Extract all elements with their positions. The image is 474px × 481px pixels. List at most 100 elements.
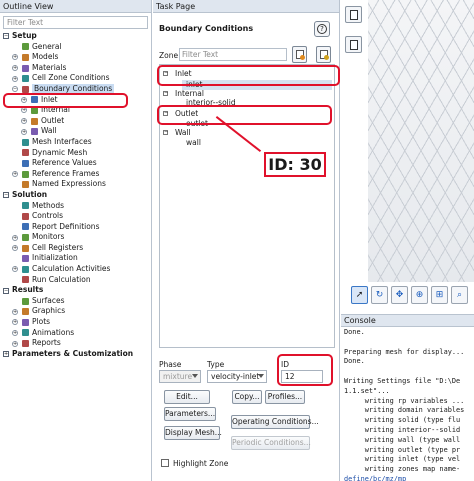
outline-item-inlet[interactable]: + Inlet	[0, 95, 151, 106]
outline-item-label: Setup	[12, 31, 37, 40]
console-line: 1.1.set"...	[344, 386, 390, 395]
phase-value: mixture	[163, 372, 193, 381]
operating-conditions-button[interactable]: Operating Conditions...	[231, 415, 319, 429]
outline-item-graphics[interactable]: + Graphics	[0, 306, 151, 317]
outline-item-cell-zone-conditions[interactable]: + Cell Zone Conditions	[0, 73, 151, 84]
outline-item-plots[interactable]: + Plots	[0, 317, 151, 328]
rotate-icon[interactable]: ↻	[371, 286, 388, 304]
filter-dot-icon	[300, 55, 305, 60]
probe-icon[interactable]: ⌕	[451, 286, 468, 304]
tree-node-icon	[22, 308, 29, 316]
outline-item-setup[interactable]: − Setup	[0, 31, 151, 42]
expand-icon[interactable]: +	[12, 319, 18, 326]
outline-item-materials[interactable]: + Materials	[0, 63, 151, 74]
expand-icon[interactable]: +	[21, 96, 27, 103]
expand-icon[interactable]: +	[12, 308, 18, 315]
outline-item-reference-values[interactable]: Reference Values	[0, 158, 151, 169]
outline-item-initialization[interactable]: Initialization	[0, 253, 151, 264]
outline-item-calculation-activities[interactable]: + Calculation Activities	[0, 264, 151, 275]
expand-icon[interactable]: +	[21, 118, 27, 125]
collapse-icon[interactable]: −	[3, 33, 9, 40]
outline-item-internal[interactable]: + Internal	[0, 105, 151, 116]
collapse-icon[interactable]: −	[163, 111, 168, 116]
help-button[interactable]: ?	[314, 21, 330, 37]
edit-button[interactable]: Edit...	[164, 390, 210, 404]
outline-item-label: Cell Registers	[32, 242, 84, 252]
outline-item-run-calculation[interactable]: Run Calculation	[0, 275, 151, 286]
outline-item-wall[interactable]: + Wall	[0, 126, 151, 137]
expand-icon[interactable]: +	[12, 329, 18, 336]
zone-list-options-button[interactable]	[316, 46, 331, 63]
collapse-icon[interactable]: −	[12, 86, 18, 93]
zoom-icon[interactable]: ⊕	[411, 286, 428, 304]
outline-item-monitors[interactable]: + Monitors	[0, 232, 151, 243]
zone-item-interior-solid[interactable]: interior--solid	[182, 98, 332, 108]
outline-item-controls[interactable]: Controls	[0, 211, 151, 222]
outline-item-general[interactable]: General	[0, 42, 151, 53]
collapse-icon[interactable]: −	[163, 130, 168, 135]
console-panel: Console Done. Preparing mesh for display…	[341, 314, 474, 481]
expand-icon[interactable]: +	[12, 245, 18, 252]
collapse-icon[interactable]: −	[3, 192, 9, 199]
outline-item-label: Models	[32, 52, 59, 62]
outline-item-solution[interactable]: − Solution	[0, 190, 151, 201]
view-tool-button-1[interactable]	[345, 6, 362, 23]
graphics-canvas[interactable]	[368, 0, 474, 282]
expand-icon[interactable]: +	[12, 75, 18, 82]
outline-item-methods[interactable]: Methods	[0, 201, 151, 212]
phase-select: mixture	[159, 370, 201, 383]
display-mesh-button[interactable]: Display Mesh...	[164, 426, 222, 440]
tree-node-icon	[22, 53, 29, 61]
phase-label: Phase	[159, 360, 182, 369]
profiles-button[interactable]: Profiles...	[265, 390, 305, 404]
expand-icon[interactable]: +	[21, 128, 27, 135]
id-field[interactable]: 12	[281, 370, 323, 383]
expand-icon[interactable]: +	[21, 107, 27, 114]
copy-button[interactable]: Copy...	[232, 390, 262, 404]
outline-item-models[interactable]: + Models	[0, 52, 151, 63]
tree-node-icon	[22, 318, 29, 326]
expand-icon[interactable]: +	[12, 234, 18, 241]
parameters-button[interactable]: Parameters...	[164, 407, 216, 421]
tree-node-icon	[22, 212, 29, 220]
outline-item-label: Inlet	[41, 94, 58, 104]
outline-item-dynamic-mesh[interactable]: Dynamic Mesh	[0, 148, 151, 159]
expand-icon[interactable]: +	[12, 340, 18, 347]
outline-item-surfaces[interactable]: Surfaces	[0, 296, 151, 307]
collapse-icon[interactable]: −	[163, 71, 168, 76]
collapse-icon[interactable]: −	[3, 287, 9, 294]
highlight-zone-checkbox[interactable]	[161, 459, 169, 467]
type-select[interactable]: velocity-inlet	[207, 370, 267, 383]
outline-item-mesh-interfaces[interactable]: Mesh Interfaces	[0, 137, 151, 148]
outline-item-report-definitions[interactable]: Report Definitions	[0, 222, 151, 233]
outline-item-reference-frames[interactable]: + Reference Frames	[0, 169, 151, 180]
expand-icon[interactable]: +	[12, 266, 18, 273]
outline-item-label: Internal	[41, 105, 70, 115]
view-tool-button-2[interactable]	[345, 36, 362, 53]
zone-group-wall[interactable]: − Wall	[163, 128, 333, 138]
outline-item-named-expressions[interactable]: Named Expressions	[0, 179, 151, 190]
filter-zones-button[interactable]	[292, 46, 307, 63]
outline-item-cell-registers[interactable]: + Cell Registers	[0, 243, 151, 254]
outline-filter-input[interactable]: Filter Text	[3, 16, 148, 29]
zoom-box-icon[interactable]: ⊞	[431, 286, 448, 304]
zone-group-outlet[interactable]: − Outlet	[163, 109, 333, 119]
expand-icon[interactable]: +	[12, 171, 18, 178]
zone-group-inlet[interactable]: − Inlet	[163, 69, 333, 79]
outline-item-results[interactable]: − Results	[0, 285, 151, 296]
expand-icon[interactable]: +	[12, 65, 18, 72]
pan-icon[interactable]: ✥	[391, 286, 408, 304]
outline-item-parameters-customization[interactable]: + Parameters & Customization	[0, 349, 151, 360]
zone-list[interactable]: − Inlet inlet − Internal interior--solid − Outl…	[159, 64, 335, 348]
outline-item-outlet[interactable]: + Outlet	[0, 116, 151, 127]
console-output[interactable]: Done. Preparing mesh for display... Done.…	[344, 328, 472, 481]
outline-item-reports[interactable]: + Reports	[0, 338, 151, 349]
zone-item-label: interior--solid	[186, 98, 236, 107]
zone-filter-input[interactable]: Filter Text	[179, 48, 287, 61]
select-pointer-icon[interactable]: ➚	[351, 286, 368, 304]
expand-icon[interactable]: +	[3, 351, 9, 358]
collapse-icon[interactable]: −	[163, 91, 168, 96]
outline-item-animations[interactable]: + Animations	[0, 328, 151, 339]
expand-icon[interactable]: +	[12, 54, 18, 61]
outline-item-boundary-conditions[interactable]: − Boundary Conditions	[0, 83, 151, 95]
